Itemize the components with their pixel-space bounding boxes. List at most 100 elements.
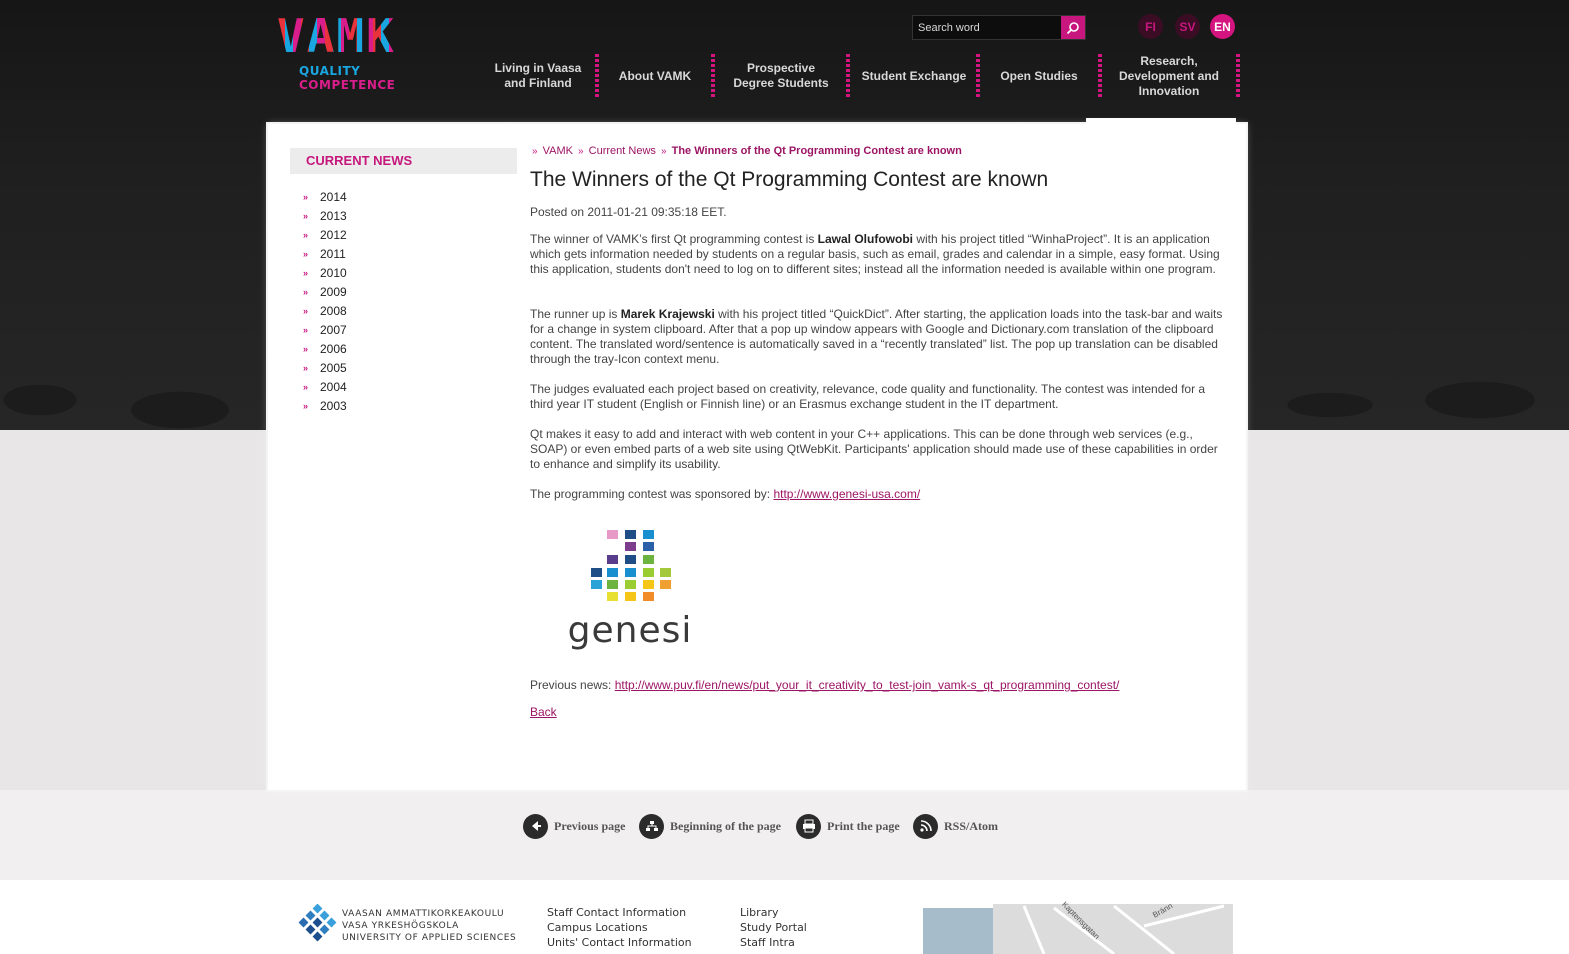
footer-link-study-portal[interactable]: Study Portal bbox=[740, 920, 807, 935]
breadcrumb-current: The Winners of the Qt Programming Contes… bbox=[671, 145, 962, 157]
article-paragraph-2: The runner up is Marek Krajewski with hi… bbox=[530, 307, 1225, 367]
lang-en-button[interactable]: EN bbox=[1210, 14, 1235, 39]
nav-about-vamk[interactable]: About VAMK bbox=[604, 52, 706, 100]
article-posted-date: Posted on 2011-01-21 09:35:18 EET. bbox=[530, 205, 727, 219]
double-arrow-icon: » bbox=[303, 400, 309, 411]
breadcrumb-separator: » bbox=[578, 146, 584, 157]
footer-link-staff-contact[interactable]: Staff Contact Information bbox=[547, 905, 686, 920]
sitemap-icon bbox=[639, 813, 664, 839]
nav-separator bbox=[595, 54, 599, 98]
double-arrow-icon: » bbox=[303, 362, 309, 373]
double-arrow-icon: » bbox=[303, 324, 309, 335]
year-label: 2005 bbox=[320, 360, 347, 375]
winner-name: Lawal Olufowobi bbox=[817, 232, 913, 246]
back-arrow-icon bbox=[523, 813, 548, 839]
sponsor-label: The programming contest was sponsored by… bbox=[530, 487, 774, 501]
year-link-2008[interactable]: » 2008 bbox=[303, 301, 347, 320]
year-label: 2012 bbox=[320, 227, 347, 242]
year-link-2011[interactable]: » 2011 bbox=[303, 244, 347, 263]
breadcrumb-current-news[interactable]: Current News bbox=[589, 145, 656, 157]
logo-tagline: QUALITY COMPETENCE bbox=[299, 64, 445, 92]
logo-tagline-competence: COMPETENCE bbox=[299, 78, 396, 92]
search-box bbox=[912, 15, 1086, 40]
nav-separator bbox=[846, 54, 850, 98]
double-arrow-icon: » bbox=[303, 248, 309, 259]
lang-fi-button[interactable]: FI bbox=[1138, 14, 1163, 39]
logo-tagline-quality: QUALITY bbox=[299, 64, 361, 78]
map-roads bbox=[1022, 904, 1225, 954]
year-link-2006[interactable]: » 2006 bbox=[303, 339, 347, 358]
beginning-of-page-button[interactable]: Beginning of the page bbox=[639, 813, 781, 839]
breadcrumb-separator: » bbox=[532, 146, 538, 157]
print-page-button[interactable]: Print the page bbox=[796, 813, 900, 839]
rss-button[interactable]: RSS/Atom bbox=[913, 813, 998, 839]
nav-living-in-vaasa[interactable]: Living in Vaasa and Finland bbox=[486, 52, 590, 100]
year-label: 2009 bbox=[320, 284, 347, 299]
nav-separator bbox=[976, 54, 980, 98]
year-label: 2006 bbox=[320, 341, 347, 356]
sponsor-link[interactable]: http://www.genesi-usa.com/ bbox=[773, 487, 920, 501]
article-paragraph-4: Qt makes it easy to add and interact wit… bbox=[530, 427, 1218, 471]
breadcrumb-vamk[interactable]: VAMK bbox=[543, 145, 573, 157]
footer-link-units-contact[interactable]: Units' Contact Information bbox=[547, 935, 692, 950]
footer-link-staff-intra[interactable]: Staff Intra bbox=[740, 935, 795, 950]
year-link-2004[interactable]: » 2004 bbox=[303, 377, 347, 396]
year-link-2007[interactable]: » 2007 bbox=[303, 320, 347, 339]
footer-link-library[interactable]: Library bbox=[740, 905, 778, 920]
university-name-en: UNIVERSITY OF APPLIED SCIENCES bbox=[342, 933, 517, 943]
logo-text: VAMK bbox=[277, 12, 445, 60]
main-nav: Living in Vaasa and Finland About VAMK P… bbox=[480, 52, 1240, 100]
search-icon bbox=[1066, 21, 1079, 34]
year-label: 2003 bbox=[320, 398, 347, 413]
genesi-logo-text: genesi bbox=[567, 610, 693, 651]
double-arrow-icon: » bbox=[303, 210, 309, 221]
year-label: 2004 bbox=[320, 379, 347, 394]
previous-news-link[interactable]: http://www.puv.fi/en/news/put_your_it_cr… bbox=[615, 678, 1120, 692]
tool-label: RSS/Atom bbox=[944, 818, 999, 833]
tool-label: Print the page bbox=[827, 818, 900, 833]
article-sponsor-line: The programming contest was sponsored by… bbox=[530, 487, 1225, 502]
double-arrow-icon: » bbox=[303, 286, 309, 297]
nav-research[interactable]: Research, Development and Innovation bbox=[1110, 52, 1228, 100]
university-logo-icon[interactable] bbox=[298, 904, 338, 946]
year-list: » 2014 » 2013 » 2012 » 2011 » 2010 » 2009 » 200… bbox=[303, 187, 347, 415]
back-link[interactable]: Back bbox=[530, 705, 557, 719]
year-link-2005[interactable]: » 2005 bbox=[303, 358, 347, 377]
nav-separator bbox=[1098, 54, 1102, 98]
genesi-squares-icon bbox=[591, 530, 671, 601]
lang-sv-button[interactable]: SV bbox=[1175, 14, 1200, 39]
university-name-sv: VASA YRKESHÖGSKOLA bbox=[342, 921, 459, 931]
search-button[interactable] bbox=[1061, 16, 1085, 39]
nav-student-exchange[interactable]: Student Exchange bbox=[856, 52, 972, 100]
year-label: 2014 bbox=[320, 189, 347, 204]
year-link-2010[interactable]: » 2010 bbox=[303, 263, 347, 282]
year-link-2013[interactable]: » 2013 bbox=[303, 206, 347, 225]
nav-prospective-students[interactable]: Prospective Degree Students bbox=[726, 52, 836, 100]
vamk-logo[interactable]: VAMK QUALITY COMPETENCE bbox=[277, 12, 445, 92]
printer-icon bbox=[796, 813, 821, 839]
nav-separator bbox=[711, 54, 715, 98]
year-link-2003[interactable]: » 2003 bbox=[303, 396, 347, 415]
tool-label: Beginning of the page bbox=[670, 818, 782, 833]
previous-page-button[interactable]: Previous page bbox=[523, 813, 625, 839]
paragraph-text: The winner of VAMK’s first Qt programmin… bbox=[530, 232, 818, 246]
year-link-2014[interactable]: » 2014 bbox=[303, 187, 347, 206]
year-link-2009[interactable]: » 2009 bbox=[303, 282, 347, 301]
nav-separator bbox=[1236, 54, 1240, 98]
breadcrumb-separator: » bbox=[660, 146, 667, 157]
double-arrow-icon: » bbox=[303, 343, 309, 354]
runner-up-name: Marek Krajewski bbox=[620, 307, 715, 321]
campus-map[interactable]: Kaptensgatan Bränn bbox=[914, 896, 1239, 954]
year-label: 2007 bbox=[320, 322, 347, 337]
paper-edge bbox=[1086, 118, 1236, 130]
breadcrumb: » VAMK » Current News » The Winners of t… bbox=[530, 145, 962, 157]
article-back: Back bbox=[530, 705, 1225, 720]
genesi-logo[interactable]: genesi bbox=[555, 527, 705, 652]
search-input[interactable] bbox=[913, 16, 1062, 39]
sidebar-heading: CURRENT NEWS bbox=[290, 148, 517, 174]
nav-open-studies[interactable]: Open Studies bbox=[988, 52, 1090, 100]
footer-link-campus-locations[interactable]: Campus Locations bbox=[547, 920, 648, 935]
year-label: 2011 bbox=[320, 246, 346, 261]
article-previous-news: Previous news: http://www.puv.fi/en/news… bbox=[530, 678, 1225, 693]
year-link-2012[interactable]: » 2012 bbox=[303, 225, 347, 244]
